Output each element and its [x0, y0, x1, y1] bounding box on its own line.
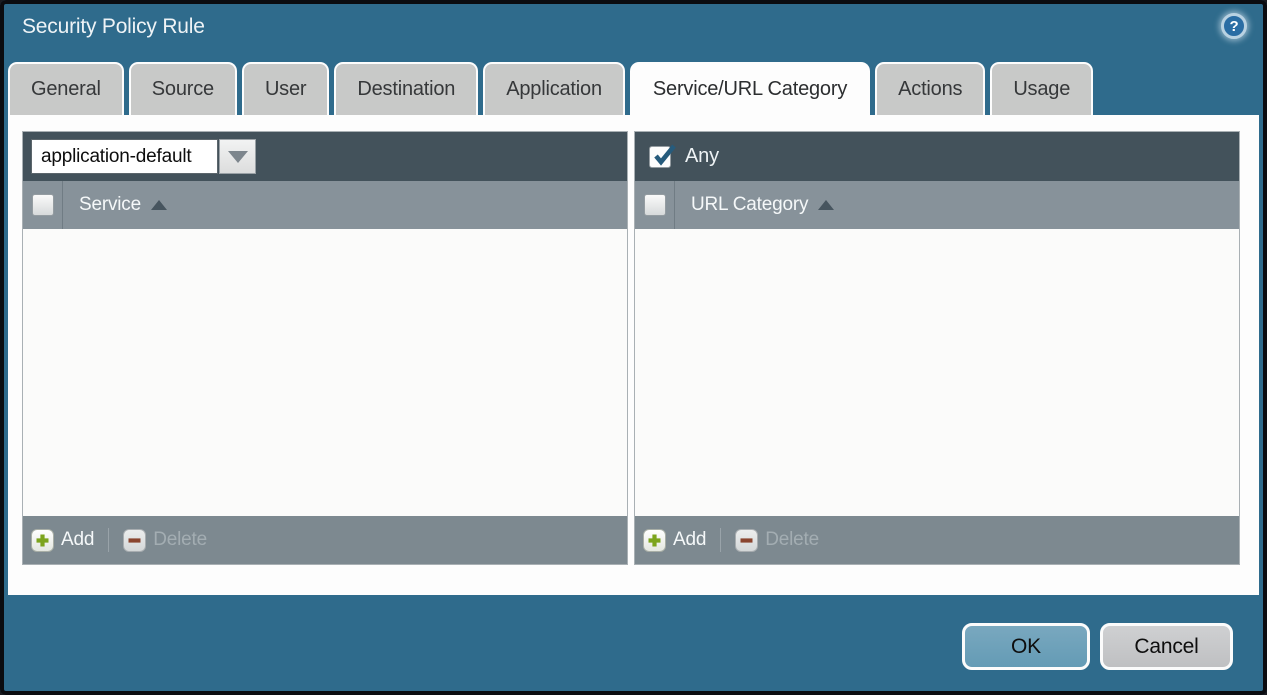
footer-divider: [108, 528, 109, 552]
service-column-header: Service: [23, 181, 627, 229]
service-type-dropdown-value[interactable]: application-default: [31, 139, 218, 174]
tab-source[interactable]: Source: [129, 62, 237, 115]
service-panel-header: application-default: [23, 132, 627, 181]
security-policy-rule-dialog: Security Policy Rule ? General Source Us…: [0, 0, 1267, 695]
service-delete-button[interactable]: Delete: [123, 529, 207, 552]
tab-user[interactable]: User: [242, 62, 329, 115]
url-category-add-button[interactable]: Add: [643, 529, 706, 552]
service-add-button[interactable]: Add: [31, 529, 94, 552]
tab-usage[interactable]: Usage: [990, 62, 1093, 115]
url-category-delete-button[interactable]: Delete: [735, 529, 819, 552]
cancel-button[interactable]: Cancel: [1100, 623, 1233, 670]
sort-ascending-icon: [151, 200, 167, 210]
url-category-select-all-checkbox[interactable]: [644, 194, 666, 216]
minus-icon: [123, 529, 146, 552]
add-label: Add: [673, 529, 706, 551]
service-column-label: Service: [79, 194, 141, 216]
url-category-panel-header: Any: [635, 132, 1239, 181]
tab-application[interactable]: Application: [483, 62, 625, 115]
dialog-title: Security Policy Rule: [22, 15, 205, 39]
any-row: Any: [643, 145, 719, 168]
service-column-sort[interactable]: Service: [63, 194, 167, 216]
tab-service-url-category[interactable]: Service/URL Category: [630, 62, 870, 115]
ok-button[interactable]: OK: [962, 623, 1090, 670]
any-label: Any: [685, 145, 719, 168]
any-checkbox[interactable]: [649, 146, 671, 168]
delete-label: Delete: [153, 529, 207, 551]
plus-icon: [31, 529, 54, 552]
url-category-column-header: URL Category: [635, 181, 1239, 229]
delete-label: Delete: [765, 529, 819, 551]
tab-bar: General Source User Destination Applicat…: [8, 62, 1093, 115]
tab-content-area: application-default Service: [8, 115, 1259, 595]
sort-ascending-icon: [818, 200, 834, 210]
service-panel-footer: Add Delete: [23, 516, 627, 564]
url-category-panel-footer: Add Delete: [635, 516, 1239, 564]
url-category-list-area: [635, 229, 1239, 516]
url-category-select-all-cell: [635, 181, 675, 229]
plus-icon: [643, 529, 666, 552]
add-label: Add: [61, 529, 94, 551]
chevron-down-icon: [228, 151, 248, 163]
footer-divider: [720, 528, 721, 552]
service-select-all-checkbox[interactable]: [32, 194, 54, 216]
url-category-panel: Any URL Category: [634, 131, 1240, 565]
service-panel: application-default Service: [22, 131, 628, 565]
service-type-dropdown: application-default: [31, 139, 256, 174]
service-list-area: [23, 229, 627, 516]
service-select-all-cell: [23, 181, 63, 229]
url-category-column-sort[interactable]: URL Category: [675, 194, 834, 216]
tab-general[interactable]: General: [8, 62, 124, 115]
service-type-dropdown-button[interactable]: [219, 139, 256, 174]
url-category-column-label: URL Category: [691, 194, 808, 216]
tab-actions[interactable]: Actions: [875, 62, 985, 115]
help-icon[interactable]: ?: [1221, 13, 1247, 39]
tab-destination[interactable]: Destination: [334, 62, 478, 115]
minus-icon: [735, 529, 758, 552]
